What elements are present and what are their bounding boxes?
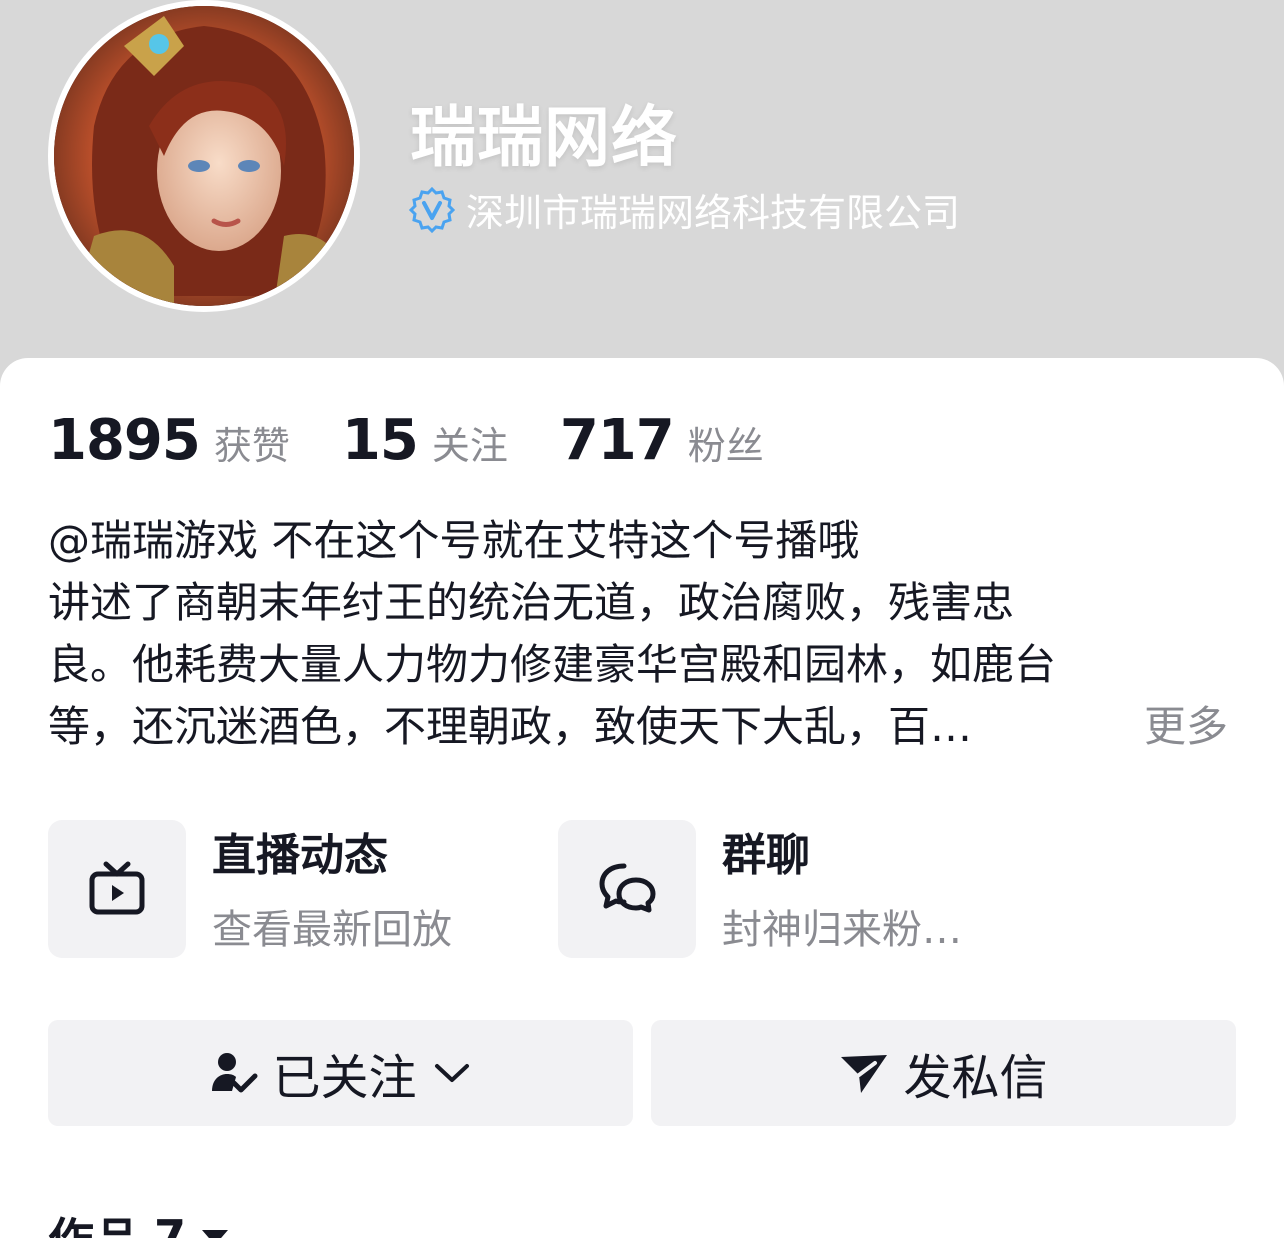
shortcut-row: 直播动态 查看最新回放 群聊 封神归来粉…: [48, 820, 1238, 960]
stat-label: 获赞: [213, 424, 290, 468]
send-paper-plane-icon: [841, 1055, 888, 1093]
works-tab[interactable]: 作品 7: [48, 1204, 230, 1238]
works-count: 7: [154, 1210, 187, 1238]
send-message-label: 发私信: [903, 1050, 1048, 1106]
shortcut-title: 直播动态: [212, 830, 388, 881]
avatar-portrait-image: [54, 6, 354, 306]
bio-line: 等，还沉迷酒色，不理朝政，致使天下大乱，百…: [48, 702, 973, 751]
shortcut-icon-box: [48, 820, 186, 958]
shortcut-icon-box: [558, 820, 696, 958]
bio-line: 讲述了商朝末年纣王的统治无道，政治腐败，残害忠: [48, 578, 1015, 627]
send-message-button[interactable]: 发私信: [651, 1020, 1236, 1126]
shortcut-subtitle: 查看最新回放: [212, 907, 452, 953]
stat-value: 1895: [48, 408, 201, 473]
chevron-down-icon: [434, 1064, 469, 1082]
profile-card: 1895 获赞 15 关注 717 粉丝 @瑞瑞游戏 不在这个号就在艾特这个号播…: [0, 358, 1284, 1238]
stat-value: 15: [341, 408, 419, 473]
avatar[interactable]: [48, 0, 360, 312]
bio-more-link[interactable]: 更多: [1144, 696, 1228, 758]
stats-row: 1895 获赞 15 关注 717 粉丝: [48, 408, 816, 473]
stat-following[interactable]: 15 关注: [342, 408, 508, 473]
shortcut-subtitle: 封神归来粉…: [722, 907, 962, 953]
verified-badge-icon: [408, 186, 456, 233]
profile-header: 瑞瑞网络 深圳市瑞瑞网络科技有限公司: [0, 0, 1284, 380]
stat-label: 关注: [431, 424, 508, 468]
stat-value: 717: [559, 408, 675, 473]
chat-bubbles-icon: [599, 863, 656, 913]
shortcut-group-chat[interactable]: 群聊 封神归来粉…: [558, 820, 962, 958]
user-check-icon: [212, 1053, 258, 1093]
verified-org-name: 深圳市瑞瑞网络科技有限公司: [466, 191, 961, 235]
stat-followers[interactable]: 717 粉丝: [560, 408, 764, 473]
shortcut-title: 群聊: [722, 830, 810, 881]
bio-text[interactable]: @瑞瑞游戏 不在这个号就在艾特这个号播哦 讲述了商朝末年纣王的统治无道，政治腐败…: [48, 510, 1228, 758]
stat-label: 粉丝: [687, 424, 764, 468]
works-label: 作品: [48, 1204, 140, 1238]
followed-button[interactable]: 已关注: [48, 1020, 633, 1126]
followed-button-label: 已关注: [272, 1050, 417, 1106]
verification-row[interactable]: 深圳市瑞瑞网络科技有限公司: [408, 182, 960, 237]
bio-line: 良。他耗费大量人力物力修建豪华宫殿和园林，如鹿台: [48, 640, 1057, 689]
bio-line: @瑞瑞游戏 不在这个号就在艾特这个号播哦: [48, 516, 860, 565]
profile-name: 瑞瑞网络: [410, 99, 678, 176]
shortcut-live-updates[interactable]: 直播动态 查看最新回放: [48, 820, 452, 958]
stat-likes[interactable]: 1895 获赞: [48, 408, 290, 473]
caret-down-icon: [202, 1230, 229, 1238]
tv-play-icon: [89, 861, 145, 915]
